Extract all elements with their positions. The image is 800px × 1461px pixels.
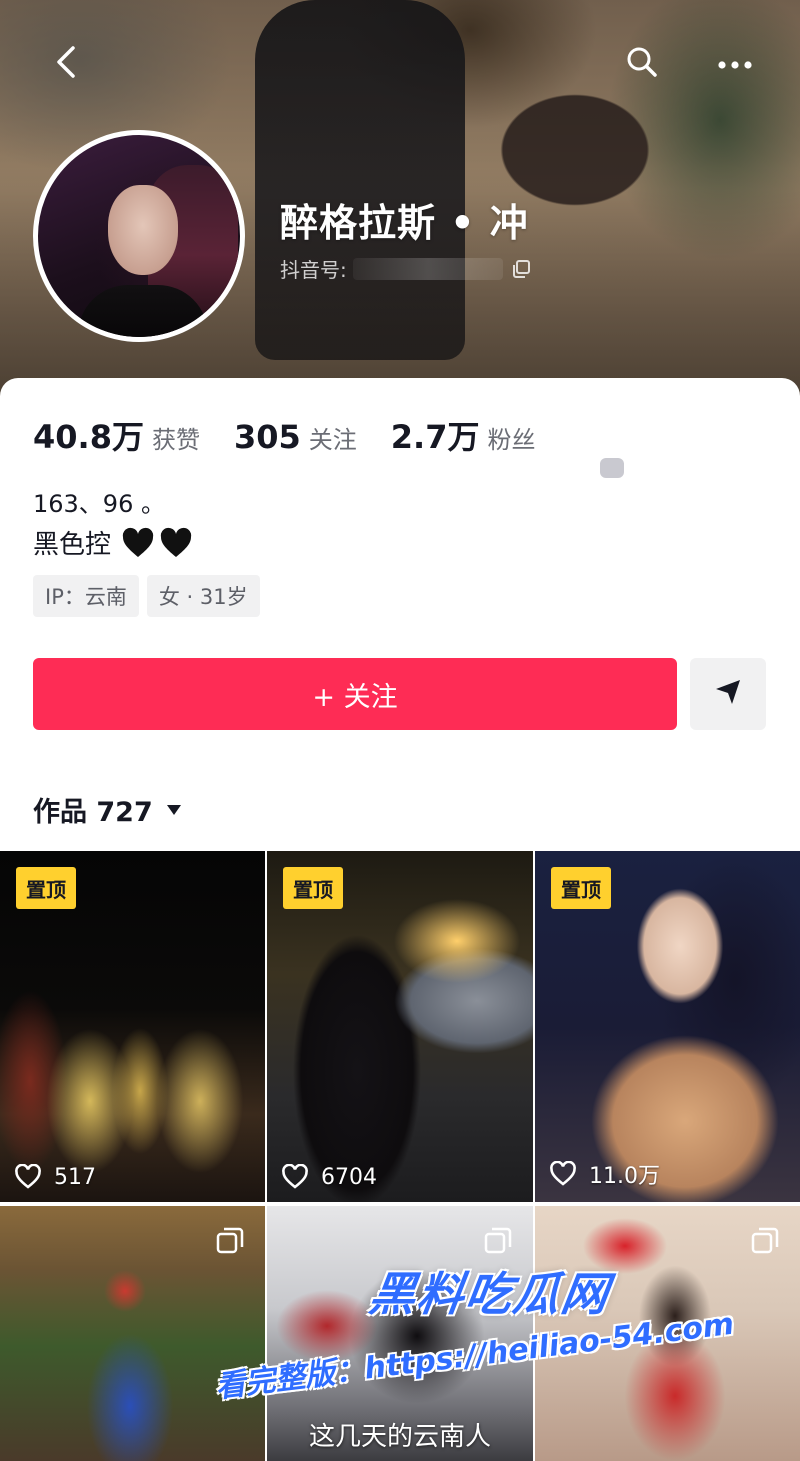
- multi-image-icon: [483, 1226, 513, 1256]
- send-arrow-icon: [713, 677, 743, 711]
- douyin-id-label: 抖音号:: [280, 258, 347, 282]
- back-button[interactable]: [44, 42, 88, 86]
- douyin-id: 抖音号:: [280, 254, 531, 283]
- heart-outline-icon: [281, 1164, 309, 1190]
- small-emoji-icon: [600, 458, 624, 478]
- video-likes: 11.0万: [549, 1158, 660, 1190]
- tag-ip-location: IP：云南: [33, 575, 139, 617]
- bio-line-1: 163、96 。: [33, 490, 165, 518]
- multi-image-icon: [750, 1226, 780, 1256]
- video-tile[interactable]: [0, 1206, 265, 1461]
- stat-likes-label: 获赞: [151, 426, 200, 454]
- douyin-id-value-obscured: [352, 257, 503, 280]
- heart-outline-icon: [549, 1161, 577, 1187]
- video-likes-count: 517: [54, 1164, 96, 1190]
- video-caption: 这几天的云南人: [308, 1422, 491, 1452]
- copy-icon[interactable]: [511, 259, 531, 279]
- video-tile[interactable]: 置顶 6704: [267, 851, 533, 1202]
- profile-tags: IP：云南 女 · 31岁: [33, 575, 260, 617]
- bio-line-2: 黑色控: [33, 524, 193, 561]
- stat-followers-label: 粉丝: [487, 426, 536, 454]
- avatar[interactable]: [33, 130, 245, 342]
- video-likes: 517: [14, 1164, 96, 1190]
- profile-nickname: 醉格拉斯 • 冲: [280, 201, 529, 245]
- profile-card: 40.8万 获赞 305 关注 2.7万 粉丝 163、96 。 黑色控 IP：…: [0, 378, 800, 850]
- search-button[interactable]: [620, 42, 664, 86]
- stat-followers-value: 2.7万: [390, 418, 480, 456]
- stat-following-label: 关注: [308, 426, 357, 454]
- pinned-badge: 置顶: [283, 867, 343, 909]
- multi-image-icon: [215, 1226, 245, 1256]
- video-likes-count: 6704: [321, 1164, 377, 1190]
- video-likes: 6704: [281, 1164, 377, 1190]
- stat-likes-value: 40.8万: [33, 418, 144, 456]
- more-button[interactable]: [710, 42, 760, 86]
- video-tile[interactable]: 置顶 517: [0, 851, 265, 1202]
- video-tile[interactable]: 置顶 11.0万: [535, 851, 800, 1202]
- more-dots-icon: [717, 55, 753, 74]
- works-title-text: 作品 727: [33, 797, 153, 828]
- heart-outline-icon: [14, 1164, 42, 1190]
- stat-followers[interactable]: 2.7万 粉丝: [391, 412, 536, 458]
- caret-down-icon: [165, 803, 183, 817]
- stat-following[interactable]: 305 关注: [234, 418, 357, 456]
- tab-works[interactable]: 作品 727: [33, 790, 183, 829]
- watermark-brand: 黑料吃瓜网: [365, 1267, 614, 1321]
- video-likes-count: 11.0万: [589, 1164, 660, 1189]
- bio-line-2-text: 黑色控: [33, 530, 112, 560]
- search-icon: [625, 45, 659, 83]
- message-button[interactable]: [690, 658, 766, 730]
- pinned-badge: 置顶: [551, 867, 611, 909]
- back-chevron-icon: [54, 45, 78, 83]
- tag-gender-age: 女 · 31岁: [146, 575, 260, 617]
- stat-following-value: 305: [233, 418, 301, 456]
- black-heart-icon: [121, 527, 193, 559]
- stat-likes[interactable]: 40.8万 获赞: [33, 412, 200, 458]
- follow-button[interactable]: + 关注: [33, 658, 677, 730]
- pinned-badge: 置顶: [16, 867, 76, 909]
- profile-stats: 40.8万 获赞 305 关注 2.7万 粉丝: [33, 412, 569, 458]
